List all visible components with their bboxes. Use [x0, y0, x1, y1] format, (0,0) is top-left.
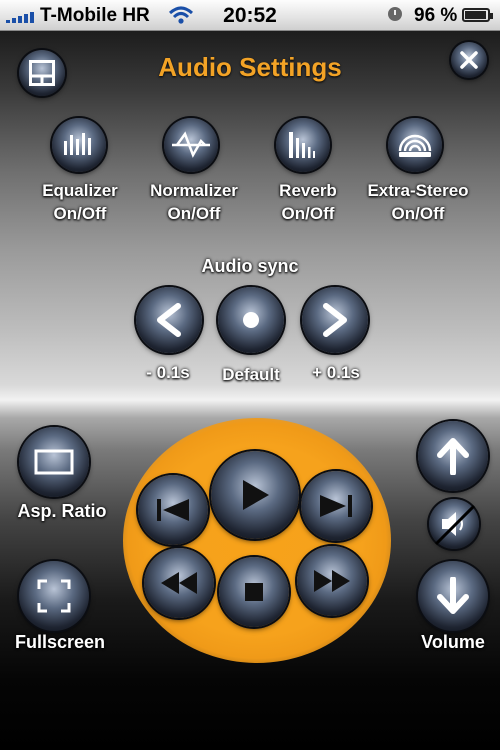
skip-next-button[interactable]: [301, 471, 371, 541]
equalizer-button[interactable]: [52, 118, 106, 172]
reverb-button[interactable]: [276, 118, 330, 172]
aspect-ratio-button[interactable]: [19, 427, 89, 497]
battery-icon: [462, 8, 493, 22]
sync-default-button[interactable]: [218, 287, 284, 353]
reverb-label: Reverb On/Off: [258, 179, 358, 225]
aspect-ratio-label: Asp. Ratio: [17, 501, 107, 521]
fullscreen-icon: [37, 579, 71, 613]
extra-stereo-label-state: On/Off: [391, 204, 445, 223]
equalizer-label-name: Equalizer: [42, 181, 118, 200]
audio-settings-screen: T-Mobile HR 20:52 96 % Audio Settings Eq…: [0, 0, 500, 750]
extra-stereo-button[interactable]: [388, 118, 442, 172]
stop-icon: [245, 583, 263, 601]
equalizer-label-state: On/Off: [53, 204, 107, 223]
chevron-left-icon: [157, 303, 181, 337]
normalizer-label-name: Normalizer: [150, 181, 238, 200]
aspect-ratio-icon: [34, 449, 74, 475]
arrow-up-icon: [437, 438, 469, 475]
sync-plus-button[interactable]: [302, 287, 368, 353]
play-button[interactable]: [211, 451, 299, 539]
mute-button[interactable]: [429, 499, 479, 549]
clock-icon: [388, 7, 402, 21]
audio-sync-heading: Audio sync: [201, 256, 299, 276]
equalizer-label: Equalizer On/Off: [22, 179, 138, 225]
rewind-icon: [161, 572, 197, 594]
page-title: Audio Settings: [158, 52, 342, 82]
equalizer-icon: [64, 133, 91, 155]
fullscreen-label: Fullscreen: [14, 632, 106, 652]
mute-icon: [434, 504, 476, 546]
sync-minus-button[interactable]: [136, 287, 202, 353]
normalizer-label: Normalizer On/Off: [134, 179, 254, 225]
skip-next-icon: [320, 495, 352, 517]
skip-previous-icon: [157, 499, 189, 521]
fast-forward-icon: [314, 570, 350, 592]
volume-down-button[interactable]: [418, 561, 488, 631]
stop-button[interactable]: [219, 557, 289, 627]
extra-stereo-label-name: Extra-Stereo: [367, 181, 469, 200]
volume-up-button[interactable]: [418, 421, 488, 491]
fast-forward-button[interactable]: [297, 546, 367, 616]
close-button[interactable]: [451, 42, 487, 78]
normalizer-label-state: On/Off: [167, 204, 221, 223]
status-bar: T-Mobile HR 20:52 96 %: [0, 0, 500, 31]
volume-label: Volume: [421, 632, 485, 652]
extra-stereo-icon: [398, 134, 432, 157]
dot-icon: [243, 312, 259, 328]
extra-stereo-label: Extra-Stereo On/Off: [355, 179, 481, 225]
sync-plus-label: + 0.1s: [312, 363, 360, 382]
reverb-icon: [289, 132, 315, 158]
fullscreen-button[interactable]: [19, 561, 89, 631]
chevron-right-icon: [323, 303, 347, 337]
rewind-button[interactable]: [144, 548, 214, 618]
arrow-down-icon: [437, 577, 469, 614]
skip-previous-button[interactable]: [138, 475, 208, 545]
reverb-label-state: On/Off: [281, 204, 335, 223]
play-icon: [243, 480, 269, 510]
normalizer-icon: [172, 131, 210, 158]
close-icon: [460, 51, 478, 69]
reverb-label-name: Reverb: [279, 181, 337, 200]
battery-percent: 96 %: [414, 5, 458, 26]
normalizer-button[interactable]: [164, 118, 218, 172]
